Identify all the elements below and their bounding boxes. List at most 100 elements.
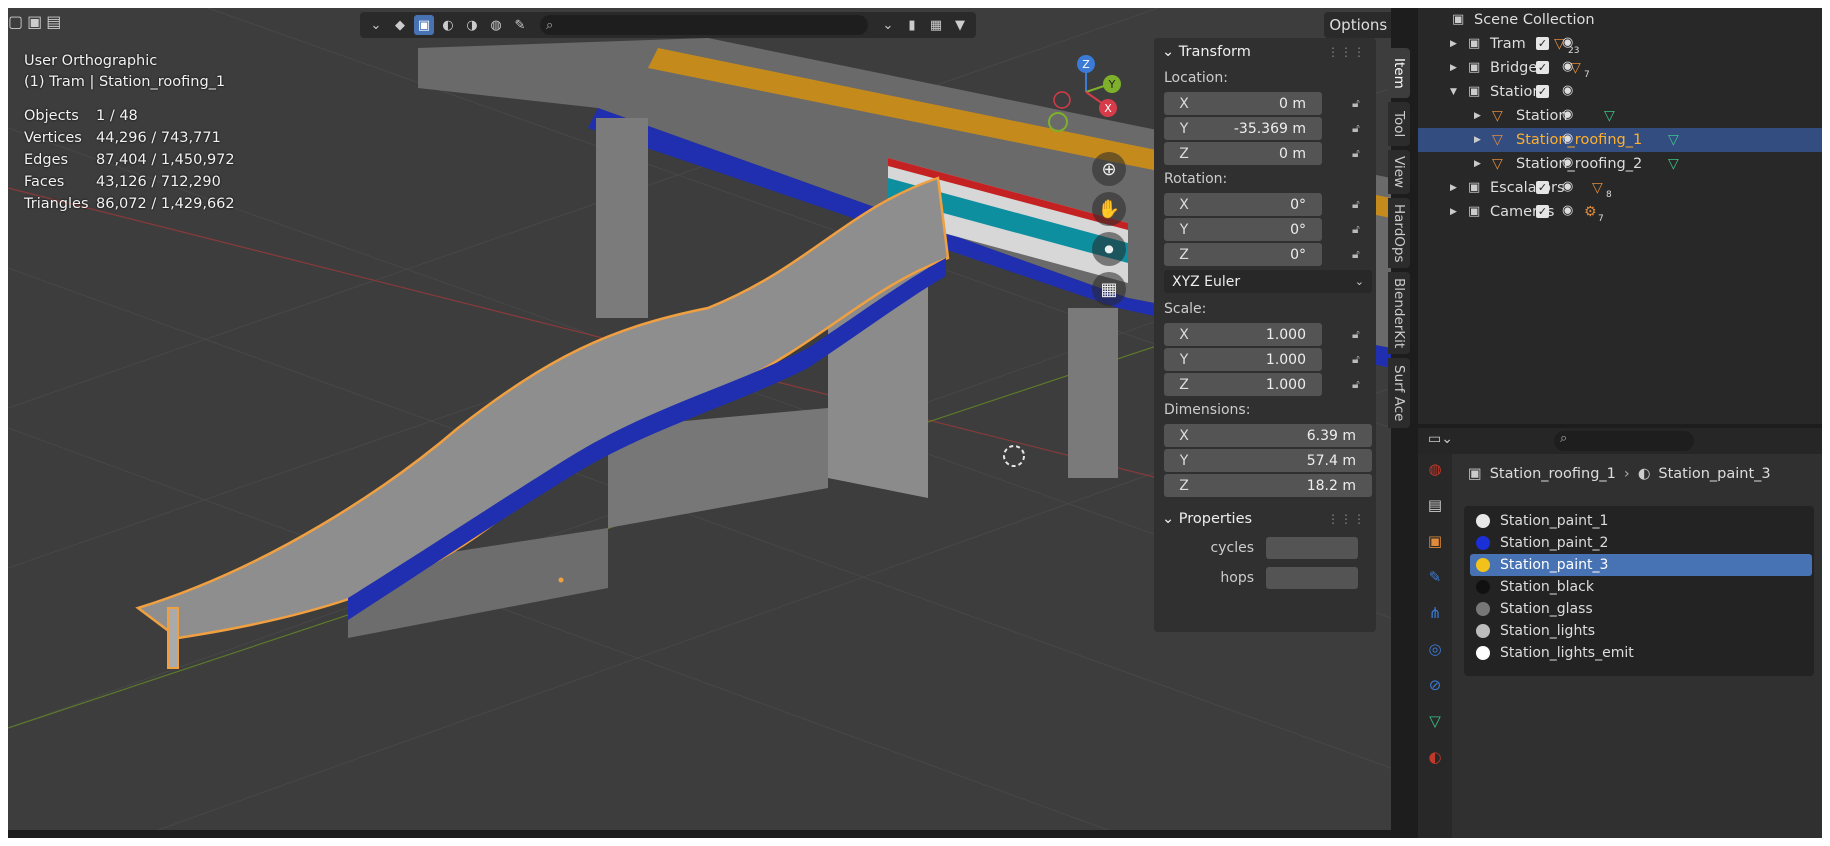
list-item[interactable]: Station_glass	[1470, 598, 1812, 620]
exclude-checkbox[interactable]: ✓	[1536, 37, 1549, 50]
list-item[interactable]: Station_lights_emit	[1470, 642, 1812, 664]
funnel-icon[interactable]: ▼	[950, 15, 970, 35]
expand-icon[interactable]: ▶	[1474, 111, 1481, 121]
lock-icon[interactable]: 🔓︎	[1352, 121, 1370, 137]
outliner-item-escalators[interactable]: ▶ ▣ Escalators ▽ 8	[1418, 176, 1822, 200]
outliner-item-tram[interactable]: ▶ ▣ Tram ▽ 23	[1418, 32, 1822, 56]
brush-icon[interactable]: ✎	[510, 15, 530, 35]
outliner-item-station-roofing-2[interactable]: ▶ ▽ Station_roofing_2 ▽	[1418, 152, 1822, 176]
list-item[interactable]: Station_paint_1	[1470, 510, 1812, 532]
location-y-field[interactable]: Y -35.369 m 🔓︎	[1164, 117, 1360, 140]
object-icon[interactable]: ▣	[1426, 532, 1444, 550]
tab-surf-ace[interactable]: Surf Ace	[1388, 358, 1410, 428]
expand-icon[interactable]: ▶	[1450, 183, 1457, 193]
expand-icon[interactable]: ▶	[1450, 63, 1457, 73]
rotation-x-field[interactable]: X 0° 🔓︎	[1164, 193, 1360, 216]
list-item[interactable]: Station_paint_3	[1470, 554, 1812, 576]
dimensions-x-field[interactable]: X 6.39 m	[1164, 424, 1372, 447]
navigation-gizmo[interactable]: Z Y X	[1038, 52, 1148, 142]
expand-icon[interactable]: ▶	[1450, 207, 1457, 217]
rotation-mode-select[interactable]: XYZ Euler ⌄	[1164, 270, 1372, 293]
dimensions-z-field[interactable]: Z 18.2 m	[1164, 474, 1372, 497]
outliner-item-station-collection[interactable]: ▼ ▣ Station	[1418, 80, 1822, 104]
list-item[interactable]: Station_paint_2	[1470, 532, 1812, 554]
outliner-item-station[interactable]: ▶ ▽ Station ▽	[1418, 104, 1822, 128]
editor-type-icon[interactable]: ▭⌄	[1428, 431, 1453, 447]
material-icon[interactable]: ◐	[1426, 748, 1444, 766]
shading-solid-icon[interactable]: ▣	[414, 15, 434, 35]
lock-icon[interactable]: 🔓︎	[1352, 377, 1370, 393]
eye-icon[interactable]: ◉	[1562, 179, 1573, 194]
prop-cycles-field[interactable]	[1266, 537, 1358, 559]
outliner-item-station-roofing-1[interactable]: ▶ ▽ Station_roofing_1 ▽	[1418, 128, 1822, 152]
overlay-icon[interactable]: ◆	[390, 15, 410, 35]
tab-hardops[interactable]: HardOps	[1388, 198, 1410, 268]
particles-icon[interactable]: ⋔	[1426, 604, 1444, 622]
exclude-checkbox[interactable]: ✓	[1536, 181, 1549, 194]
outliner-item-bridge[interactable]: ▶ ▣ Bridge ▽ 7	[1418, 56, 1822, 80]
eye-icon[interactable]: ◉	[1562, 83, 1573, 98]
tab-tool[interactable]: Tool	[1388, 102, 1410, 146]
properties-search-input[interactable]: ⌕	[1554, 431, 1694, 451]
location-x-field[interactable]: X0 m 🔓︎	[1164, 92, 1360, 115]
wrench-icon[interactable]: ✎	[1426, 568, 1444, 586]
mesh-data-icon[interactable]: ▽	[1426, 712, 1444, 730]
shading-rendered-icon[interactable]: ◑	[462, 15, 482, 35]
scale-z-field[interactable]: Z 1.000 🔓︎	[1164, 373, 1360, 396]
location-z-field[interactable]: Z0 m 🔓︎	[1164, 142, 1360, 165]
lock-icon[interactable]: 🔓︎	[1352, 247, 1370, 263]
outliner-root[interactable]: ▣ Scene Collection	[1418, 8, 1822, 32]
tab-item[interactable]: Item	[1388, 48, 1410, 98]
exclude-checkbox[interactable]: ✓	[1536, 205, 1549, 218]
select-box-icon[interactable]: ▢	[8, 12, 23, 31]
collection-icon[interactable]: ▤	[1426, 496, 1444, 514]
rotation-z-field[interactable]: Z 0° 🔓︎	[1164, 243, 1360, 266]
scale-y-field[interactable]: Y 1.000 🔓︎	[1164, 348, 1360, 371]
layout-icon[interactable]: ▦	[926, 15, 946, 35]
grid-icon[interactable]: ▦	[1092, 272, 1126, 306]
eye-icon[interactable]: ◉	[1562, 59, 1573, 74]
lock-icon[interactable]: 🔓︎	[1352, 146, 1370, 162]
grip-icon[interactable]: ⋮⋮⋮	[1327, 512, 1366, 526]
lock-icon[interactable]: 🔓︎	[1352, 222, 1370, 238]
camera-icon[interactable]: ⏺	[1092, 232, 1126, 266]
rotation-y-field[interactable]: Y 0° 🔓︎	[1164, 218, 1360, 241]
properties-header[interactable]: ⌄ Properties ⋮⋮⋮	[1154, 505, 1376, 533]
lock-icon[interactable]: 🔓︎	[1352, 327, 1370, 343]
search-input[interactable]: ⌕	[540, 15, 868, 35]
bookmark-icon[interactable]: ▮	[902, 15, 922, 35]
physics-icon[interactable]: ◎	[1426, 640, 1444, 658]
pan-hand-icon[interactable]: ✋	[1092, 192, 1126, 226]
lock-icon[interactable]: 🔓︎	[1352, 352, 1370, 368]
expand-icon[interactable]: ▶	[1474, 135, 1481, 145]
shading-material-icon[interactable]: ◐	[438, 15, 458, 35]
options-button[interactable]: Options ⌄	[1324, 12, 1391, 38]
tab-view[interactable]: View	[1388, 150, 1410, 194]
dimensions-y-field[interactable]: Y 57.4 m	[1164, 449, 1372, 472]
list-item[interactable]: Station_black	[1470, 576, 1812, 598]
lock-icon[interactable]: 🔓︎	[1352, 197, 1370, 213]
filter-icon[interactable]: ⌄	[878, 15, 898, 35]
exclude-checkbox[interactable]: ✓	[1536, 61, 1549, 74]
outliner-item-cameras[interactable]: ▶ ▣ Cameras ⚙ 7	[1418, 200, 1822, 224]
world-icon[interactable]: ◍	[1426, 460, 1444, 478]
zoom-icon[interactable]: ⊕	[1092, 152, 1126, 186]
transform-header[interactable]: ⌄ Transform ⋮⋮⋮	[1154, 38, 1376, 66]
select-subtract-icon[interactable]: ▤	[46, 12, 61, 31]
expand-icon[interactable]: ▶	[1474, 159, 1481, 169]
collapse-icon[interactable]: ▼	[1450, 87, 1457, 97]
constraints-icon[interactable]: ⊘	[1426, 676, 1444, 694]
expand-icon[interactable]: ▶	[1450, 39, 1457, 49]
tab-blenderkit[interactable]: BlenderKit	[1388, 272, 1410, 354]
eye-icon[interactable]: ◉	[1562, 155, 1573, 170]
globe-icon[interactable]: ◍	[486, 15, 506, 35]
exclude-checkbox[interactable]: ✓	[1536, 85, 1549, 98]
eye-icon[interactable]: ◉	[1562, 35, 1573, 50]
eye-icon[interactable]: ◉	[1562, 203, 1573, 218]
select-extend-icon[interactable]: ▣	[27, 12, 42, 31]
lock-icon[interactable]: 🔓︎	[1352, 96, 1370, 112]
chevron-down-icon[interactable]: ⌄	[366, 15, 386, 35]
scale-x-field[interactable]: X 1.000 🔓︎	[1164, 323, 1360, 346]
list-item[interactable]: Station_lights	[1470, 620, 1812, 642]
grip-icon[interactable]: ⋮⋮⋮	[1327, 45, 1366, 59]
